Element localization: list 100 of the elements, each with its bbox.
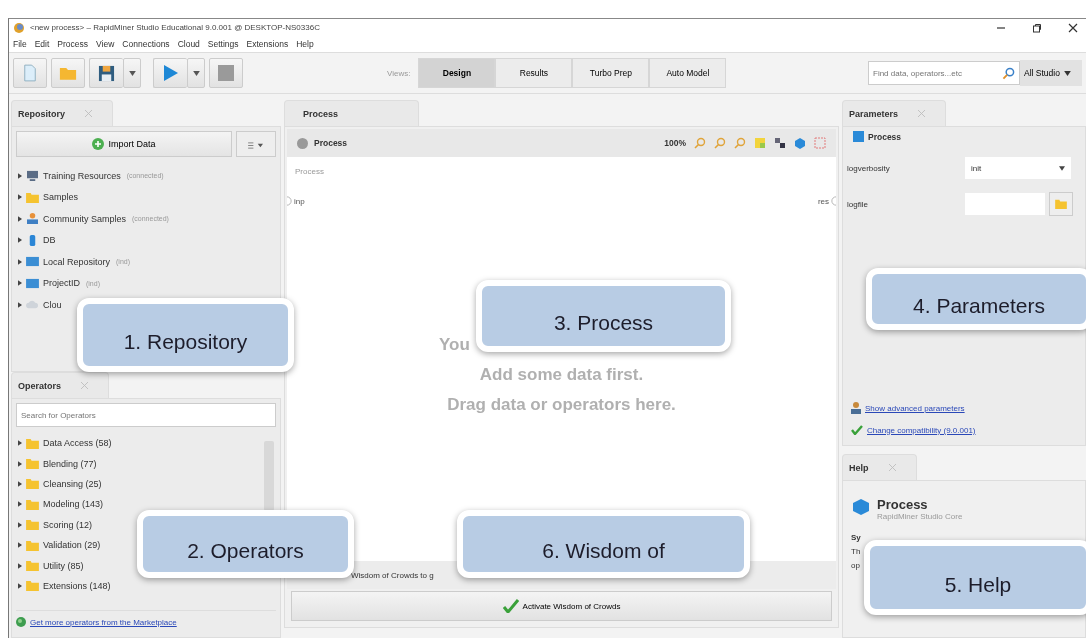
view-tab[interactable]: Results (495, 58, 573, 88)
operator-group-item[interactable]: Scoring (12) (16, 514, 93, 535)
restore-icon[interactable] (1032, 22, 1042, 33)
operator-group-item[interactable]: Cleansing (25) (16, 473, 102, 495)
port-label: inp (294, 196, 305, 206)
expand-arrow-icon[interactable] (18, 480, 22, 487)
marketplace-link[interactable]: Get more operators from the Marketplace (30, 617, 177, 627)
operator-group-item[interactable]: Extensions (148) (16, 575, 111, 597)
cube-icon[interactable] (794, 137, 806, 149)
cube-icon (851, 497, 871, 517)
caret-icon (1059, 165, 1065, 171)
process-icon (853, 131, 864, 142)
caret-icon (128, 70, 136, 76)
folder-icon (26, 519, 39, 531)
panel-tab[interactable]: Process (284, 100, 419, 126)
help-text: Sy (850, 532, 862, 544)
operator-group-item[interactable]: Utility (85) (16, 555, 84, 576)
operator-search-field[interactable]: Search for Operators (16, 403, 276, 427)
expand-arrow-icon[interactable] (18, 301, 22, 308)
port-label: res (817, 196, 829, 206)
repository-item[interactable]: Samples (16, 186, 78, 208)
expand-arrow-icon[interactable] (18, 258, 22, 265)
operator-group-item[interactable]: Blending (77) (16, 453, 97, 474)
menu-item[interactable]: Help (296, 39, 314, 49)
wisdom-text: Wisdom of Crowds to g (351, 570, 434, 580)
menu-item[interactable]: Settings (207, 39, 239, 49)
panel-tab[interactable]: Operators (11, 372, 109, 398)
parameter-label: logfile (847, 199, 869, 209)
panel-tab[interactable]: Help (842, 454, 917, 480)
save-button[interactable] (89, 58, 123, 88)
parameter-select[interactable]: init (965, 157, 1071, 179)
canvas-hint: Drag data or operators here. (447, 394, 676, 416)
expand-arrow-icon[interactable] (18, 460, 22, 467)
menu-item[interactable]: Process (57, 39, 89, 49)
menu-item[interactable]: Extensions (246, 39, 289, 49)
folder-icon (59, 65, 77, 81)
folder-icon (26, 191, 39, 203)
activate-wisdom-button[interactable]: Activate Wisdom of Crowds (291, 591, 832, 621)
app-logo-icon (13, 21, 25, 34)
stop-icon (218, 65, 234, 81)
scope-dropdown[interactable]: All Studio (1020, 60, 1082, 86)
checkmark-icon (502, 599, 519, 613)
menu-icon (248, 141, 264, 149)
menu-item[interactable]: File (13, 39, 27, 49)
view-tab[interactable]: Auto Model (649, 58, 727, 88)
zoom-level: 100% (664, 138, 686, 148)
canvas-hint: You (439, 334, 470, 356)
search-field[interactable]: Find data, operators...etc (868, 61, 1020, 85)
expand-arrow-icon[interactable] (18, 521, 22, 528)
folder-icon (26, 560, 39, 572)
help-title: Process (877, 497, 929, 512)
people-icon (26, 213, 39, 225)
run-dropdown-button[interactable] (187, 58, 205, 88)
folder-icon (1055, 198, 1067, 209)
operator-group-item[interactable]: Data Access (58) (16, 433, 112, 454)
expand-arrow-icon[interactable] (18, 194, 22, 201)
menu-item[interactable]: Connections (122, 39, 170, 49)
close-icon[interactable] (1068, 22, 1078, 33)
folder-icon (26, 539, 39, 551)
repository-icon (26, 256, 39, 268)
folder-icon (26, 498, 39, 510)
search-icon[interactable] (1002, 67, 1015, 80)
parameter-link[interactable]: Show advanced parameters (865, 403, 965, 413)
run-button[interactable] (153, 58, 187, 88)
process-icon (297, 137, 308, 149)
expand-arrow-icon[interactable] (18, 280, 22, 287)
help-subtitle: RapidMiner Studio Core (877, 512, 963, 521)
monitor-icon (26, 170, 39, 182)
panel-tab[interactable]: Repository (11, 100, 113, 126)
menu-item[interactable]: Edit (34, 39, 50, 49)
menu-item[interactable]: Cloud (177, 39, 200, 49)
save-dropdown-button[interactable] (123, 58, 141, 88)
expand-arrow-icon[interactable] (18, 562, 22, 569)
operator-name: Process (868, 131, 902, 142)
canvas-hint: Add some data first. (479, 364, 644, 386)
expand-arrow-icon[interactable] (18, 542, 22, 549)
callout-tooltip: 4. Parameters (866, 268, 1086, 330)
panel-tab[interactable]: Parameters (842, 100, 947, 126)
breadcrumb[interactable]: Process (314, 138, 348, 148)
expand-arrow-icon[interactable] (18, 172, 22, 179)
operator-group-item[interactable]: Validation (29) (16, 534, 101, 556)
repository-item[interactable]: Clou (16, 294, 62, 316)
operator-group-item[interactable]: Modeling (143) (16, 494, 104, 515)
menu-item[interactable]: View (96, 39, 115, 49)
parameter-link[interactable]: Change compatibility (9.0.001) (867, 425, 976, 435)
caret-icon (192, 70, 200, 76)
expand-arrow-icon[interactable] (18, 440, 22, 447)
repository-item[interactable]: DB (16, 229, 56, 251)
views-label: Views: (387, 68, 411, 78)
plus-icon (92, 138, 105, 150)
view-tab[interactable]: Turbo Prep (572, 58, 650, 88)
scrollbar[interactable] (264, 441, 274, 511)
expand-arrow-icon[interactable] (18, 215, 22, 222)
help-text: Th (850, 546, 862, 558)
expand-arrow-icon[interactable] (18, 501, 22, 508)
callout-tooltip: 5. Help (864, 540, 1086, 615)
import-data-button[interactable]: Import Data (16, 131, 232, 157)
view-tab[interactable]: Design (418, 58, 496, 88)
expand-arrow-icon[interactable] (18, 582, 22, 589)
expand-arrow-icon[interactable] (18, 237, 22, 244)
